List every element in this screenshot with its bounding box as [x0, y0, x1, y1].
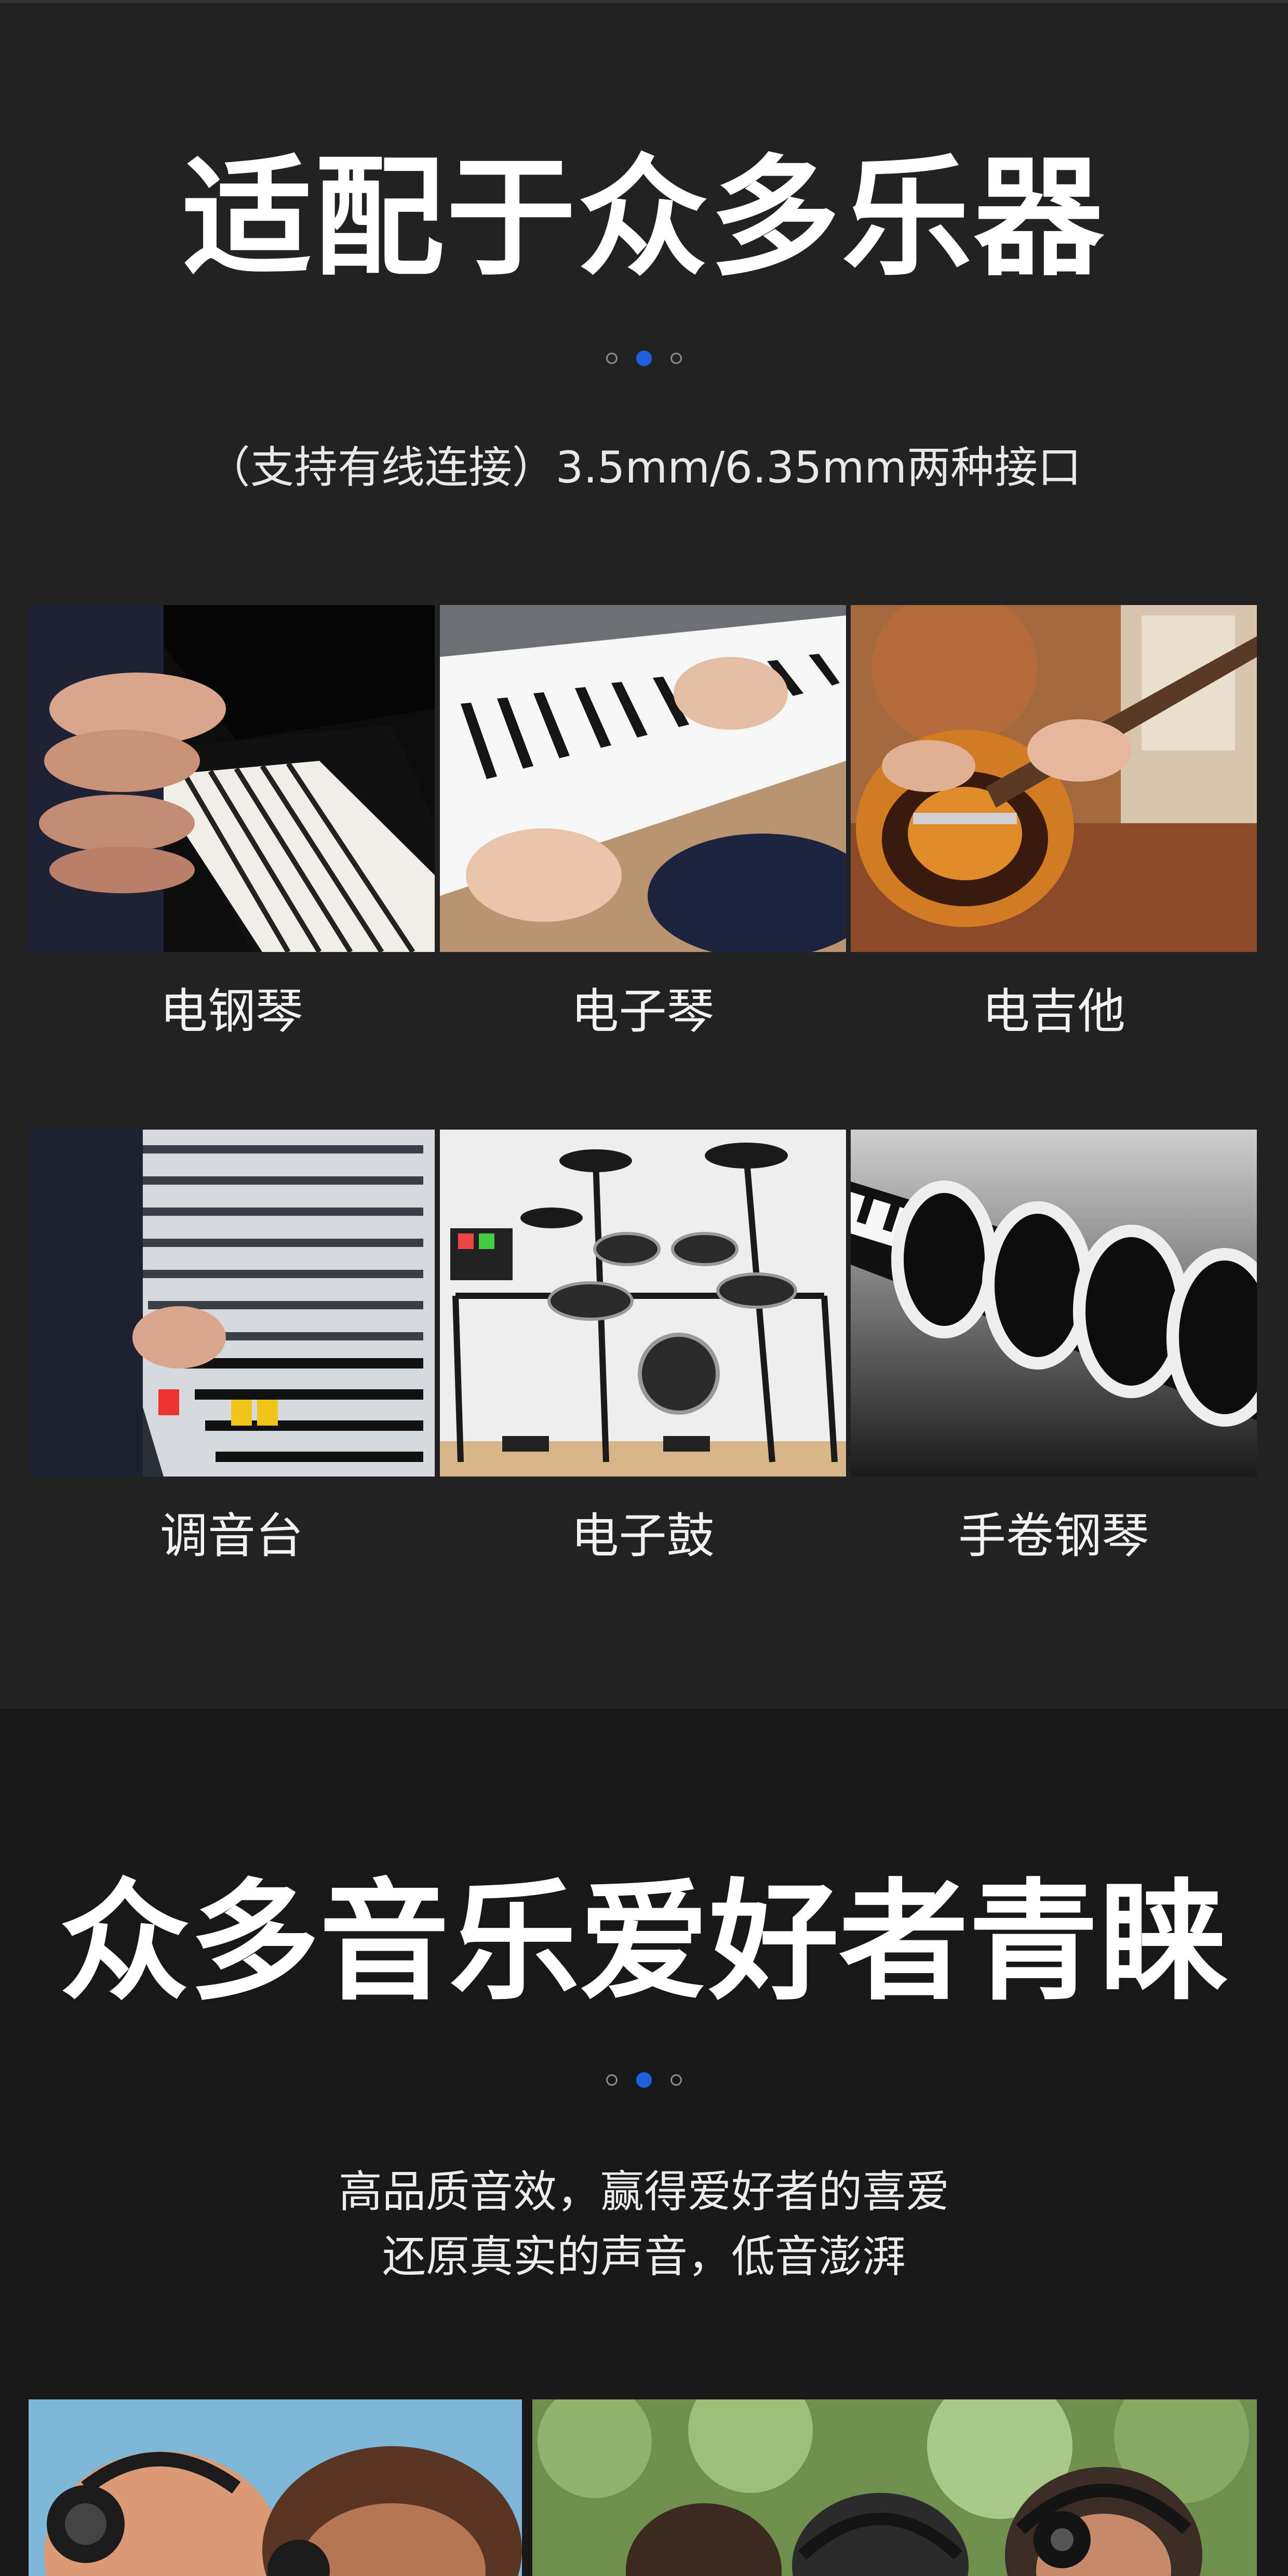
instrument-label: 电子鼓	[571, 1508, 715, 1564]
section-title: 适配于众多乐器	[182, 142, 1106, 293]
drum-kit-photo	[439, 1130, 846, 1477]
indicator-dot-active[interactable]	[636, 351, 652, 366]
section-description-line-1: 高品质音效，赢得爱好者的喜爱	[338, 2166, 949, 2217]
section-description-line-2: 还原真实的声音，低音澎湃	[382, 2231, 906, 2282]
instrument-card-electric-guitar: 电吉他	[851, 605, 1257, 1040]
keyboard-photo	[439, 605, 846, 952]
fans-photo-strip	[29, 2399, 1257, 2576]
instrument-label: 电吉他	[982, 984, 1125, 1039]
piano-photo	[29, 605, 435, 952]
instrument-row-1: 电钢琴 电子琴 电吉他	[29, 605, 1257, 1040]
section-subtitle: （支持有线连接）3.5mm/6.35mm两种接口	[206, 442, 1082, 493]
indicator-dot[interactable]	[670, 2074, 682, 2086]
instrument-label: 调音台	[159, 1508, 303, 1564]
instrument-card-mixer: 调音台	[29, 1130, 435, 1565]
instrument-label: 电钢琴	[159, 984, 303, 1039]
carousel-indicator[interactable]	[0, 2070, 1288, 2090]
section-title: 众多音乐爱好者青睐	[60, 1867, 1228, 2018]
instrument-card-electronic-drum: 电子鼓	[439, 1130, 846, 1565]
instrument-card-electric-piano: 电钢琴	[29, 605, 435, 1040]
mixer-photo	[29, 1130, 435, 1477]
instrument-card-roll-piano: 手卷钢琴	[851, 1130, 1257, 1565]
indicator-dot[interactable]	[670, 353, 682, 364]
roll-piano-photo	[851, 1130, 1257, 1477]
top-divider	[0, 0, 1288, 3]
carousel-indicator[interactable]	[0, 348, 1288, 369]
fans-photo-1	[29, 2399, 522, 2576]
indicator-dot[interactable]	[606, 353, 618, 364]
fans-photo-2	[532, 2399, 1257, 2576]
instrument-label: 电子琴	[571, 984, 715, 1039]
indicator-dot[interactable]	[606, 2074, 618, 2086]
instrument-section: 适配于众多乐器 （支持有线连接）3.5mm/6.35mm两种接口 电钢琴 电子琴…	[0, 0, 1288, 1709]
instrument-card-keyboard: 电子琴	[439, 605, 846, 1040]
instrument-label: 手卷钢琴	[958, 1508, 1149, 1564]
indicator-dot-active[interactable]	[636, 2072, 652, 2088]
guitar-photo	[851, 605, 1257, 952]
instrument-row-2: 调音台 电子鼓 手卷钢琴	[29, 1130, 1257, 1565]
